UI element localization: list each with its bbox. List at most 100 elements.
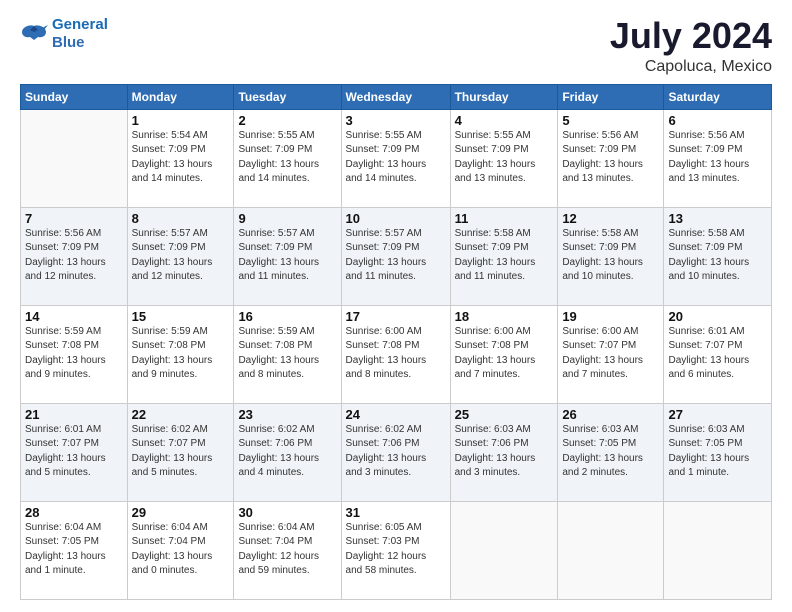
- day-info: Sunrise: 6:03 AM Sunset: 7:05 PM Dayligh…: [668, 423, 767, 481]
- col-friday: Friday: [558, 84, 664, 109]
- table-row: [450, 501, 558, 599]
- day-info: Sunrise: 5:59 AM Sunset: 7:08 PM Dayligh…: [238, 325, 336, 383]
- table-row: 31Sunrise: 6:05 AM Sunset: 7:03 PM Dayli…: [341, 501, 450, 599]
- day-info: Sunrise: 5:57 AM Sunset: 7:09 PM Dayligh…: [346, 227, 446, 285]
- location: Capoluca, Mexico: [610, 58, 772, 76]
- calendar-week-row: 21Sunrise: 6:01 AM Sunset: 7:07 PM Dayli…: [21, 403, 772, 501]
- calendar-table: Sunday Monday Tuesday Wednesday Thursday…: [20, 84, 772, 600]
- day-number: 17: [346, 309, 446, 324]
- table-row: 17Sunrise: 6:00 AM Sunset: 7:08 PM Dayli…: [341, 305, 450, 403]
- day-number: 16: [238, 309, 336, 324]
- table-row: 3Sunrise: 5:55 AM Sunset: 7:09 PM Daylig…: [341, 109, 450, 207]
- table-row: 8Sunrise: 5:57 AM Sunset: 7:09 PM Daylig…: [127, 207, 234, 305]
- day-info: Sunrise: 6:01 AM Sunset: 7:07 PM Dayligh…: [668, 325, 767, 383]
- day-info: Sunrise: 5:58 AM Sunset: 7:09 PM Dayligh…: [668, 227, 767, 285]
- day-number: 1: [132, 113, 230, 128]
- col-saturday: Saturday: [664, 84, 772, 109]
- day-number: 11: [455, 211, 554, 226]
- day-number: 31: [346, 505, 446, 520]
- table-row: 21Sunrise: 6:01 AM Sunset: 7:07 PM Dayli…: [21, 403, 128, 501]
- table-row: [21, 109, 128, 207]
- col-thursday: Thursday: [450, 84, 558, 109]
- table-row: 7Sunrise: 5:56 AM Sunset: 7:09 PM Daylig…: [21, 207, 128, 305]
- day-number: 26: [562, 407, 659, 422]
- col-wednesday: Wednesday: [341, 84, 450, 109]
- calendar-header-row: Sunday Monday Tuesday Wednesday Thursday…: [21, 84, 772, 109]
- logo: General Blue: [20, 16, 108, 52]
- day-number: 12: [562, 211, 659, 226]
- day-number: 14: [25, 309, 123, 324]
- table-row: 30Sunrise: 6:04 AM Sunset: 7:04 PM Dayli…: [234, 501, 341, 599]
- calendar-week-row: 7Sunrise: 5:56 AM Sunset: 7:09 PM Daylig…: [21, 207, 772, 305]
- table-row: 6Sunrise: 5:56 AM Sunset: 7:09 PM Daylig…: [664, 109, 772, 207]
- table-row: 14Sunrise: 5:59 AM Sunset: 7:08 PM Dayli…: [21, 305, 128, 403]
- table-row: 19Sunrise: 6:00 AM Sunset: 7:07 PM Dayli…: [558, 305, 664, 403]
- calendar-week-row: 1Sunrise: 5:54 AM Sunset: 7:09 PM Daylig…: [21, 109, 772, 207]
- day-info: Sunrise: 5:58 AM Sunset: 7:09 PM Dayligh…: [562, 227, 659, 285]
- day-info: Sunrise: 6:04 AM Sunset: 7:04 PM Dayligh…: [238, 521, 336, 579]
- table-row: 28Sunrise: 6:04 AM Sunset: 7:05 PM Dayli…: [21, 501, 128, 599]
- day-info: Sunrise: 6:03 AM Sunset: 7:05 PM Dayligh…: [562, 423, 659, 481]
- col-monday: Monday: [127, 84, 234, 109]
- col-tuesday: Tuesday: [234, 84, 341, 109]
- table-row: 16Sunrise: 5:59 AM Sunset: 7:08 PM Dayli…: [234, 305, 341, 403]
- day-number: 5: [562, 113, 659, 128]
- day-info: Sunrise: 5:56 AM Sunset: 7:09 PM Dayligh…: [668, 129, 767, 187]
- table-row: 18Sunrise: 6:00 AM Sunset: 7:08 PM Dayli…: [450, 305, 558, 403]
- table-row: [664, 501, 772, 599]
- day-number: 30: [238, 505, 336, 520]
- table-row: 26Sunrise: 6:03 AM Sunset: 7:05 PM Dayli…: [558, 403, 664, 501]
- day-info: Sunrise: 5:54 AM Sunset: 7:09 PM Dayligh…: [132, 129, 230, 187]
- logo-icon: [20, 22, 48, 46]
- table-row: 24Sunrise: 6:02 AM Sunset: 7:06 PM Dayli…: [341, 403, 450, 501]
- day-info: Sunrise: 6:02 AM Sunset: 7:06 PM Dayligh…: [238, 423, 336, 481]
- table-row: 10Sunrise: 5:57 AM Sunset: 7:09 PM Dayli…: [341, 207, 450, 305]
- day-info: Sunrise: 6:03 AM Sunset: 7:06 PM Dayligh…: [455, 423, 554, 481]
- day-number: 15: [132, 309, 230, 324]
- day-info: Sunrise: 5:55 AM Sunset: 7:09 PM Dayligh…: [346, 129, 446, 187]
- day-info: Sunrise: 5:56 AM Sunset: 7:09 PM Dayligh…: [25, 227, 123, 285]
- day-info: Sunrise: 6:00 AM Sunset: 7:08 PM Dayligh…: [346, 325, 446, 383]
- table-row: 1Sunrise: 5:54 AM Sunset: 7:09 PM Daylig…: [127, 109, 234, 207]
- table-row: 20Sunrise: 6:01 AM Sunset: 7:07 PM Dayli…: [664, 305, 772, 403]
- day-info: Sunrise: 6:00 AM Sunset: 7:08 PM Dayligh…: [455, 325, 554, 383]
- day-info: Sunrise: 5:55 AM Sunset: 7:09 PM Dayligh…: [238, 129, 336, 187]
- day-info: Sunrise: 6:04 AM Sunset: 7:05 PM Dayligh…: [25, 521, 123, 579]
- day-number: 3: [346, 113, 446, 128]
- day-number: 2: [238, 113, 336, 128]
- day-number: 25: [455, 407, 554, 422]
- day-number: 28: [25, 505, 123, 520]
- month-year: July 2024: [610, 16, 772, 56]
- table-row: 5Sunrise: 5:56 AM Sunset: 7:09 PM Daylig…: [558, 109, 664, 207]
- day-number: 8: [132, 211, 230, 226]
- day-info: Sunrise: 6:04 AM Sunset: 7:04 PM Dayligh…: [132, 521, 230, 579]
- day-info: Sunrise: 5:57 AM Sunset: 7:09 PM Dayligh…: [238, 227, 336, 285]
- day-info: Sunrise: 6:02 AM Sunset: 7:06 PM Dayligh…: [346, 423, 446, 481]
- day-number: 29: [132, 505, 230, 520]
- table-row: [558, 501, 664, 599]
- table-row: 9Sunrise: 5:57 AM Sunset: 7:09 PM Daylig…: [234, 207, 341, 305]
- table-row: 11Sunrise: 5:58 AM Sunset: 7:09 PM Dayli…: [450, 207, 558, 305]
- day-number: 18: [455, 309, 554, 324]
- day-info: Sunrise: 5:56 AM Sunset: 7:09 PM Dayligh…: [562, 129, 659, 187]
- table-row: 15Sunrise: 5:59 AM Sunset: 7:08 PM Dayli…: [127, 305, 234, 403]
- day-number: 22: [132, 407, 230, 422]
- table-row: 29Sunrise: 6:04 AM Sunset: 7:04 PM Dayli…: [127, 501, 234, 599]
- header: General Blue July 2024 Capoluca, Mexico: [20, 16, 772, 76]
- day-number: 7: [25, 211, 123, 226]
- day-number: 6: [668, 113, 767, 128]
- table-row: 27Sunrise: 6:03 AM Sunset: 7:05 PM Dayli…: [664, 403, 772, 501]
- table-row: 23Sunrise: 6:02 AM Sunset: 7:06 PM Dayli…: [234, 403, 341, 501]
- day-number: 23: [238, 407, 336, 422]
- day-info: Sunrise: 5:59 AM Sunset: 7:08 PM Dayligh…: [25, 325, 123, 383]
- calendar-week-row: 14Sunrise: 5:59 AM Sunset: 7:08 PM Dayli…: [21, 305, 772, 403]
- day-info: Sunrise: 5:58 AM Sunset: 7:09 PM Dayligh…: [455, 227, 554, 285]
- day-info: Sunrise: 6:05 AM Sunset: 7:03 PM Dayligh…: [346, 521, 446, 579]
- day-number: 24: [346, 407, 446, 422]
- logo-line1: General: [52, 16, 108, 33]
- logo-line2: Blue: [52, 34, 85, 51]
- table-row: 2Sunrise: 5:55 AM Sunset: 7:09 PM Daylig…: [234, 109, 341, 207]
- day-info: Sunrise: 6:02 AM Sunset: 7:07 PM Dayligh…: [132, 423, 230, 481]
- day-number: 21: [25, 407, 123, 422]
- day-number: 19: [562, 309, 659, 324]
